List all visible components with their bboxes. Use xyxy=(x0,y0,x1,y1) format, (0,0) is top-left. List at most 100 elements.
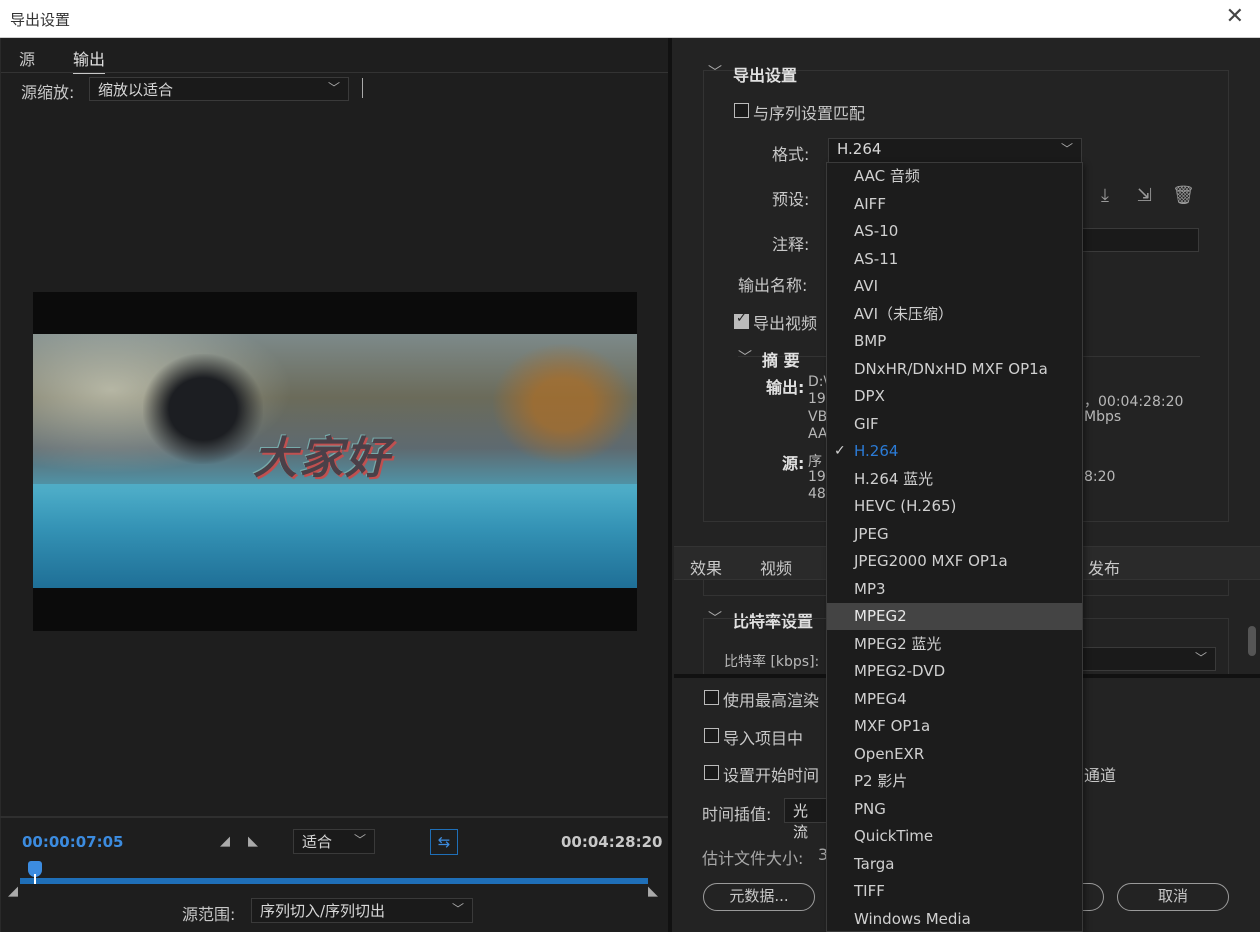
chevron-down-icon: ﹀ xyxy=(1194,651,1207,665)
format-option-label: HEVC (H.265) xyxy=(854,497,957,515)
format-option[interactable]: MP3 xyxy=(827,576,1082,603)
format-option-label: OpenEXR xyxy=(854,744,925,763)
set-start-time-checkbox[interactable] xyxy=(704,765,719,780)
bitrate-select[interactable]: ﹀ xyxy=(1082,647,1216,671)
collapse-chevron-icon[interactable]: ﹀ xyxy=(738,347,752,367)
format-option-label: AAC 音频 xyxy=(854,167,920,185)
format-option[interactable]: PNG xyxy=(827,796,1082,823)
format-option[interactable]: H.264 蓝光 xyxy=(827,466,1082,493)
timeline-scrubber[interactable] xyxy=(20,878,648,884)
fit-frame-icon[interactable]: ⇆ xyxy=(430,829,458,855)
format-option-label: Windows Media xyxy=(854,909,971,928)
summary-source-duration: 8:20 xyxy=(1084,469,1116,485)
format-option[interactable]: MPEG2-DVD xyxy=(827,658,1082,685)
format-option[interactable]: P2 影片 xyxy=(827,768,1082,795)
format-option-label: Targa xyxy=(854,854,895,873)
checkmark-icon: ✓ xyxy=(834,443,846,459)
format-option[interactable]: GIF xyxy=(827,411,1082,438)
format-option-label: AVI（未压缩） xyxy=(854,304,953,323)
format-option-label: JPEG xyxy=(854,524,889,543)
format-label: 格式: xyxy=(772,145,810,164)
export-settings-header: 导出设置 xyxy=(733,66,798,85)
format-option-label: MP3 xyxy=(854,579,886,598)
video-preview: 大家好 xyxy=(33,292,637,631)
comment-input[interactable] xyxy=(1082,228,1199,252)
summary-output-duration: ，00:04:28:20 xyxy=(1084,394,1184,410)
export-video-checkbox[interactable] xyxy=(734,311,749,329)
total-timecode: 00:04:28:20 xyxy=(561,833,663,851)
import-preset-icon[interactable]: ⇲ xyxy=(1137,185,1152,206)
format-option[interactable]: AS-10 xyxy=(827,218,1082,245)
format-option[interactable]: TIFF xyxy=(827,878,1082,905)
summary-source-label: 源: xyxy=(782,454,805,473)
format-option[interactable]: JPEG2000 MXF OP1a xyxy=(827,548,1082,575)
format-option[interactable]: Windows Media xyxy=(827,906,1082,932)
metadata-button[interactable]: 元数据... xyxy=(703,883,815,911)
format-option[interactable]: AIFF xyxy=(827,191,1082,218)
range-start-handle-icon[interactable]: ◢ xyxy=(8,884,18,899)
import-project-checkbox[interactable] xyxy=(704,728,719,743)
summary-source-line: 序 xyxy=(808,454,822,470)
format-option[interactable]: AAC 音频 xyxy=(827,163,1082,190)
zoom-select-value: 适合 xyxy=(302,833,333,851)
format-option-label: DPX xyxy=(854,387,885,405)
format-option[interactable]: OpenEXR xyxy=(827,741,1082,768)
format-option-label: MPEG2 xyxy=(854,607,907,625)
max-render-label: 使用最高渲染 xyxy=(723,691,820,710)
title-bar: 导出设置 ✕ xyxy=(0,0,1260,38)
source-scale-select[interactable]: 缩放以适合 ﹀ xyxy=(89,77,349,101)
tab-effects[interactable]: 效果 xyxy=(690,555,722,579)
time-interp-select[interactable]: 光流 xyxy=(784,798,828,841)
tab-publish[interactable]: 发布 xyxy=(1088,555,1120,579)
chevron-down-icon: ﹀ xyxy=(451,902,464,916)
format-option[interactable]: MPEG2 蓝光 xyxy=(827,631,1082,658)
window-title: 导出设置 xyxy=(10,11,71,29)
format-option-label: H.264 蓝光 xyxy=(854,469,934,488)
export-video-label: 导出视频 xyxy=(753,314,818,333)
summary-output-bitrate: Mbps xyxy=(1084,409,1122,425)
chevron-down-icon: ﹀ xyxy=(327,81,340,95)
preset-label: 预设: xyxy=(772,190,810,209)
cancel-button[interactable]: 取消 xyxy=(1117,883,1229,911)
format-select[interactable]: H.264 ﹀ xyxy=(828,138,1082,163)
format-option[interactable]: AVI（未压缩） xyxy=(827,301,1082,328)
format-option[interactable]: ✓ H.264 xyxy=(827,438,1082,465)
comment-label: 注释: xyxy=(772,235,810,254)
mark-in-icon[interactable]: ◢ xyxy=(220,834,230,849)
format-option[interactable]: AVI xyxy=(827,273,1082,300)
time-interp-label: 时间插值: xyxy=(702,805,772,824)
max-render-checkbox[interactable] xyxy=(704,690,719,705)
tab-output[interactable]: 输出 xyxy=(73,46,106,74)
source-range-select[interactable]: 序列切入/序列切出 ﹀ xyxy=(251,898,473,923)
format-option[interactable]: DNxHR/DNxHD MXF OP1a xyxy=(827,356,1082,383)
zoom-select[interactable]: 适合 ﹀ xyxy=(293,829,375,854)
format-option[interactable]: MXF OP1a xyxy=(827,713,1082,740)
close-icon[interactable]: ✕ xyxy=(1226,4,1244,29)
delete-preset-icon[interactable]: 🗑 xyxy=(1172,185,1195,206)
format-option[interactable]: QuickTime xyxy=(827,823,1082,850)
format-option[interactable]: DPX xyxy=(827,383,1082,410)
range-end-handle-icon[interactable]: ◣ xyxy=(648,884,658,899)
format-option[interactable]: MPEG2 xyxy=(827,603,1082,630)
playhead-line xyxy=(34,874,36,884)
format-option[interactable]: JPEG xyxy=(827,521,1082,548)
scrollbar-thumb[interactable] xyxy=(1248,626,1256,656)
save-preset-icon[interactable]: ⤓ xyxy=(1101,185,1109,206)
format-option[interactable]: HEVC (H.265) xyxy=(827,493,1082,520)
mark-out-icon[interactable]: ◣ xyxy=(248,834,258,849)
format-option[interactable]: AS-11 xyxy=(827,246,1082,273)
tab-video[interactable]: 视频 xyxy=(760,555,792,579)
format-option[interactable]: MPEG4 xyxy=(827,686,1082,713)
format-option[interactable]: BMP xyxy=(827,328,1082,355)
chevron-down-icon: ﹀ xyxy=(353,833,366,847)
collapse-chevron-icon[interactable]: ﹀ xyxy=(708,62,722,82)
chevron-down-icon: ﹀ xyxy=(1060,142,1073,156)
toolbar-separator xyxy=(362,78,363,98)
match-sequence-checkbox[interactable] xyxy=(734,103,749,118)
current-timecode[interactable]: 00:00:07:05 xyxy=(22,833,124,851)
format-option[interactable]: Targa xyxy=(827,851,1082,878)
time-interp-value: 光流 xyxy=(793,802,809,841)
match-sequence-label: 与序列设置匹配 xyxy=(753,104,866,123)
tab-source[interactable]: 源 xyxy=(19,46,35,70)
format-option-label: QuickTime xyxy=(854,827,934,845)
